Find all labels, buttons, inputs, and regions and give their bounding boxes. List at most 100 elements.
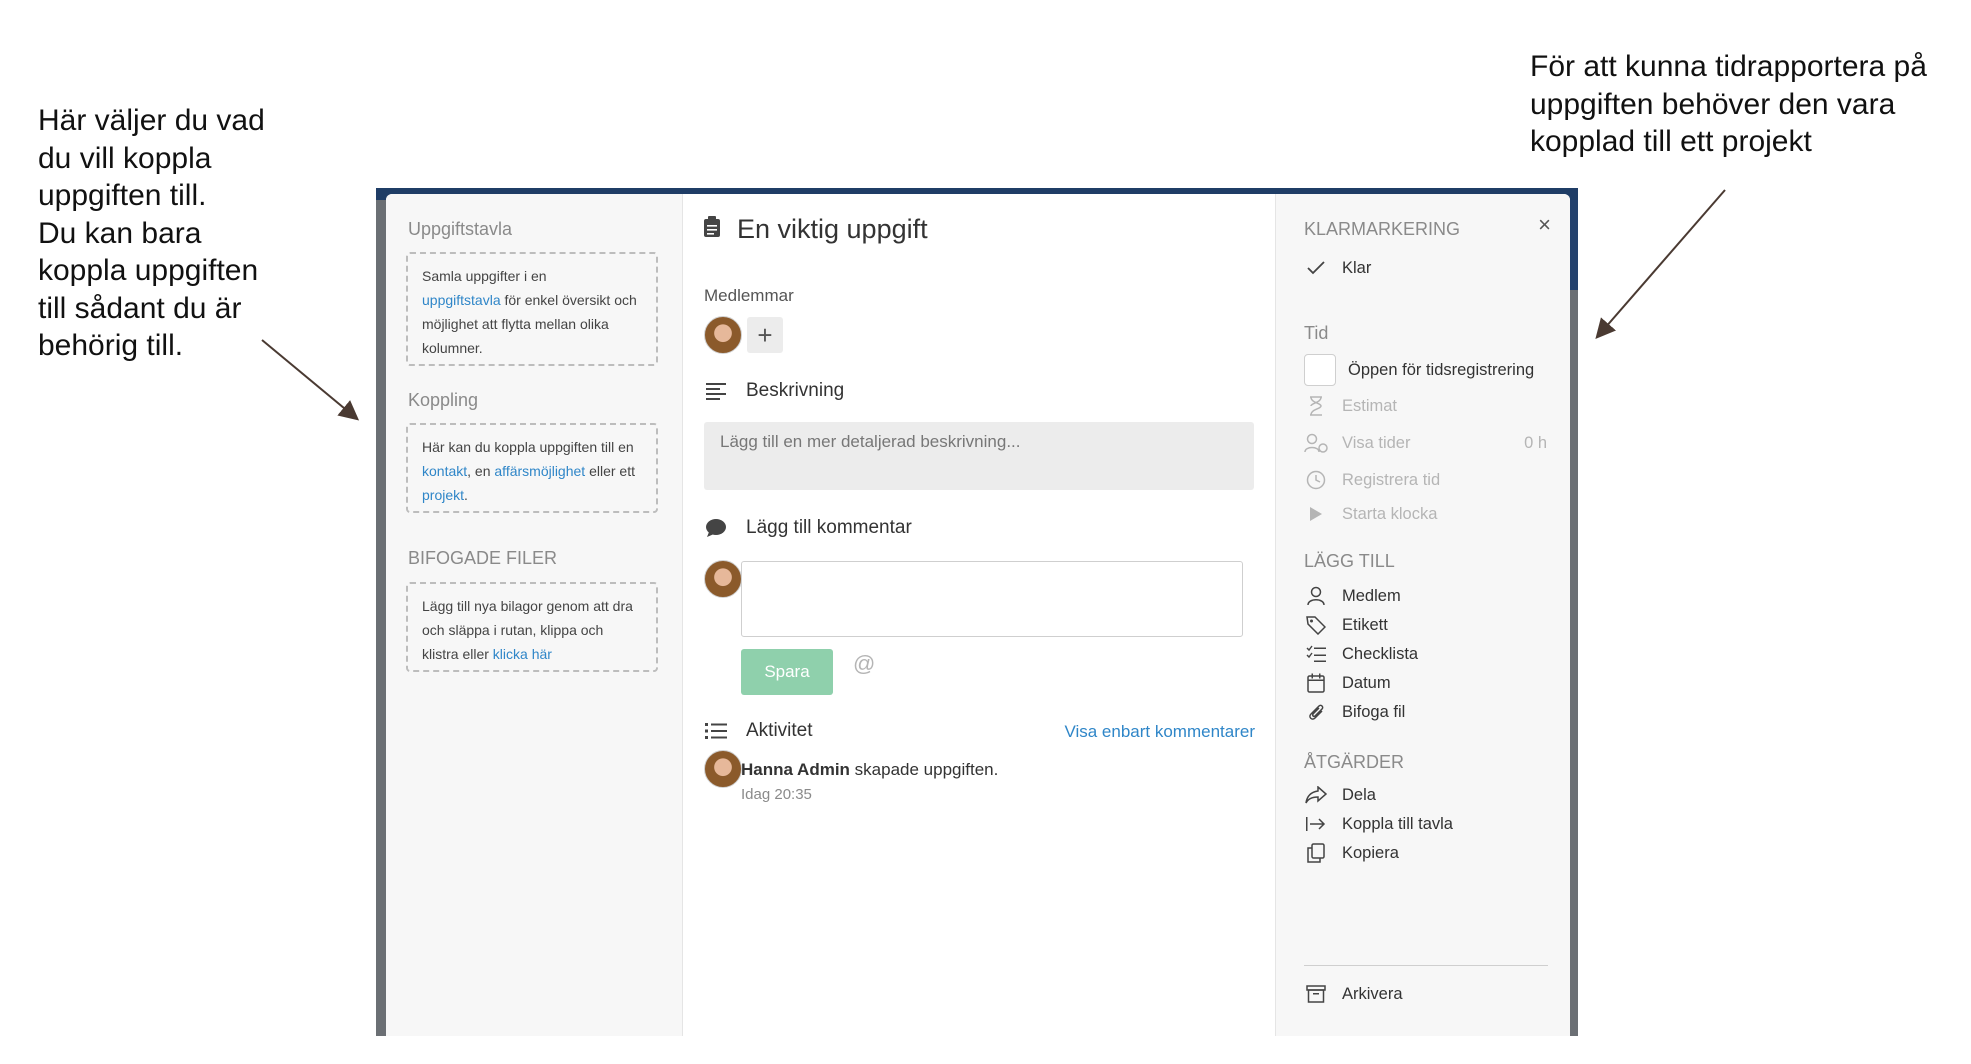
open-for-time-toggle[interactable]: Öppen för tidsregistrering — [1304, 354, 1534, 386]
task-title[interactable]: En viktig uppgift — [737, 214, 928, 245]
clock-icon — [1304, 468, 1328, 492]
time-heading: Tid — [1304, 323, 1329, 343]
add-member-label: Medlem — [1342, 586, 1401, 605]
clipboard-icon — [703, 216, 721, 243]
show-times-button[interactable]: Visa tider — [1304, 431, 1410, 455]
connection-dropzone[interactable]: Här kan du koppla uppgiften till en kont… — [406, 423, 658, 513]
description-header: Beskrivning — [704, 379, 844, 403]
activity-user[interactable]: Hanna Admin — [741, 760, 850, 779]
show-times-label: Visa tider — [1342, 433, 1411, 452]
annotation-right-line: För att kunna tidrapportera på — [1530, 50, 1927, 83]
attach-file-label: Bifoga fil — [1342, 702, 1406, 721]
board-link[interactable]: uppgiftstavla — [422, 292, 501, 308]
description-input[interactable]: Lägg till en mer detaljerad beskrivning.… — [704, 422, 1254, 490]
connection-text: Här kan du koppla uppgiften till en — [422, 439, 634, 455]
check-icon — [1304, 256, 1328, 280]
archive-action[interactable]: Arkivera — [1304, 982, 1403, 1006]
task-modal: Uppgiftstavla Samla uppgifter i en uppgi… — [386, 194, 1570, 1036]
share-icon — [1304, 783, 1328, 807]
main-panel: En viktig uppgift Medlemmar + Beskrivnin… — [683, 194, 1275, 1036]
title-row: En viktig uppgift — [703, 214, 928, 245]
left-panel: Uppgiftstavla Samla uppgifter i en uppgi… — [386, 194, 683, 1036]
checklist-icon — [1304, 642, 1328, 666]
list-icon — [704, 719, 728, 743]
description-title: Beskrivning — [746, 380, 845, 401]
paperclip-icon — [1304, 700, 1328, 724]
add-heading: LÄGG TILL — [1304, 551, 1395, 571]
add-member-button[interactable]: + — [747, 317, 783, 353]
arrow-right — [1595, 189, 1726, 340]
board-dropzone[interactable]: Samla uppgifter i en uppgiftstavla för e… — [406, 252, 658, 366]
attach-file-action[interactable]: Bifoga fil — [1304, 700, 1405, 724]
comment-icon — [704, 516, 728, 540]
open-for-time-label: Öppen för tidsregistrering — [1348, 360, 1535, 379]
register-time-button[interactable]: Registrera tid — [1304, 468, 1440, 492]
calendar-icon — [1304, 671, 1328, 695]
show-comments-only-link[interactable]: Visa enbart kommentarer — [1064, 722, 1255, 742]
link-to-board-action[interactable]: Koppla till tavla — [1304, 812, 1453, 836]
activity-avatar — [704, 750, 742, 788]
add-member-action[interactable]: Medlem — [1304, 584, 1401, 608]
archive-label: Arkivera — [1342, 984, 1403, 1003]
text-lines-icon — [704, 379, 728, 403]
connection-text: , en — [467, 463, 495, 479]
deal-link[interactable]: affärsmöjlighet — [494, 463, 585, 479]
archive-icon — [1304, 982, 1328, 1006]
actions-heading: ÅTGÄRDER — [1304, 752, 1405, 772]
link-to-board-label: Koppla till tavla — [1342, 814, 1453, 833]
share-action[interactable]: Dela — [1304, 783, 1376, 807]
annotation-right-line: uppgiften behöver den vara — [1530, 87, 1896, 121]
copy-action[interactable]: Kopiera — [1304, 841, 1399, 865]
comment-header: Lägg till kommentar — [704, 516, 912, 540]
user-icon — [1304, 584, 1328, 608]
files-heading: BIFOGADE FILER — [408, 548, 558, 568]
add-date-action[interactable]: Datum — [1304, 671, 1391, 695]
open-for-time-checkbox[interactable] — [1304, 354, 1336, 386]
close-icon[interactable]: × — [1538, 212, 1551, 238]
add-date-label: Datum — [1342, 673, 1391, 692]
tag-icon — [1304, 613, 1328, 637]
copy-label: Kopiera — [1342, 843, 1399, 862]
done-label: Klar — [1342, 258, 1372, 277]
files-dropzone[interactable]: Lägg till nya bilagor genom att dra och … — [406, 582, 658, 672]
done-heading: KLARMARKERING — [1304, 219, 1461, 239]
estimate-label: Estimat — [1342, 396, 1398, 415]
mention-icon[interactable]: @ — [853, 651, 875, 677]
estimate-button[interactable]: Estimat — [1304, 394, 1397, 418]
activity-header: Aktivitet — [704, 719, 813, 743]
comment-input[interactable] — [741, 561, 1243, 637]
commenter-avatar — [704, 560, 742, 598]
contact-link[interactable]: kontakt — [422, 463, 467, 479]
annotation-left-line: Du kan bara — [38, 216, 202, 250]
connection-heading: Koppling — [408, 390, 479, 410]
start-clock-button[interactable]: Starta klocka — [1304, 502, 1437, 526]
connection-text: . — [464, 487, 468, 503]
right-panel: KLARMARKERING × Klar Tid Öppen för tidsr… — [1275, 194, 1570, 1036]
share-label: Dela — [1342, 785, 1376, 804]
connection-text: eller ett — [585, 463, 635, 479]
hourglass-icon — [1304, 394, 1328, 418]
annotation-left-line: behörig till. — [38, 329, 184, 362]
start-clock-label: Starta klocka — [1342, 504, 1438, 523]
copy-icon — [1304, 841, 1328, 865]
members-label: Medlemmar — [704, 286, 794, 305]
annotation-left-line: koppla uppgiften — [38, 254, 259, 287]
comment-title: Lägg till kommentar — [746, 517, 912, 538]
mark-done-button[interactable]: Klar — [1304, 256, 1371, 280]
project-link[interactable]: projekt — [422, 487, 464, 503]
add-checklist-label: Checklista — [1342, 644, 1419, 663]
user-clock-icon — [1304, 431, 1328, 455]
activity-action: skapade uppgiften. — [849, 760, 999, 779]
annotation-left-line: du vill koppla — [38, 141, 212, 175]
annotation-left-line: uppgiften till. — [38, 179, 207, 212]
annotation-left-line: Här väljer du vad — [38, 104, 265, 137]
annotation-right: För att kunna tidrapportera på uppgiften… — [1530, 48, 1970, 161]
save-button[interactable]: Spara — [741, 649, 833, 695]
member-avatar[interactable] — [704, 316, 742, 354]
add-checklist-action[interactable]: Checklista — [1304, 642, 1418, 666]
annotation-right-line: kopplad till ett projekt — [1530, 125, 1812, 158]
add-label-action[interactable]: Etikett — [1304, 613, 1388, 637]
activity-time: Idag 20:35 — [741, 786, 812, 803]
divider — [1304, 965, 1548, 966]
files-click-link[interactable]: klicka här — [493, 646, 552, 662]
